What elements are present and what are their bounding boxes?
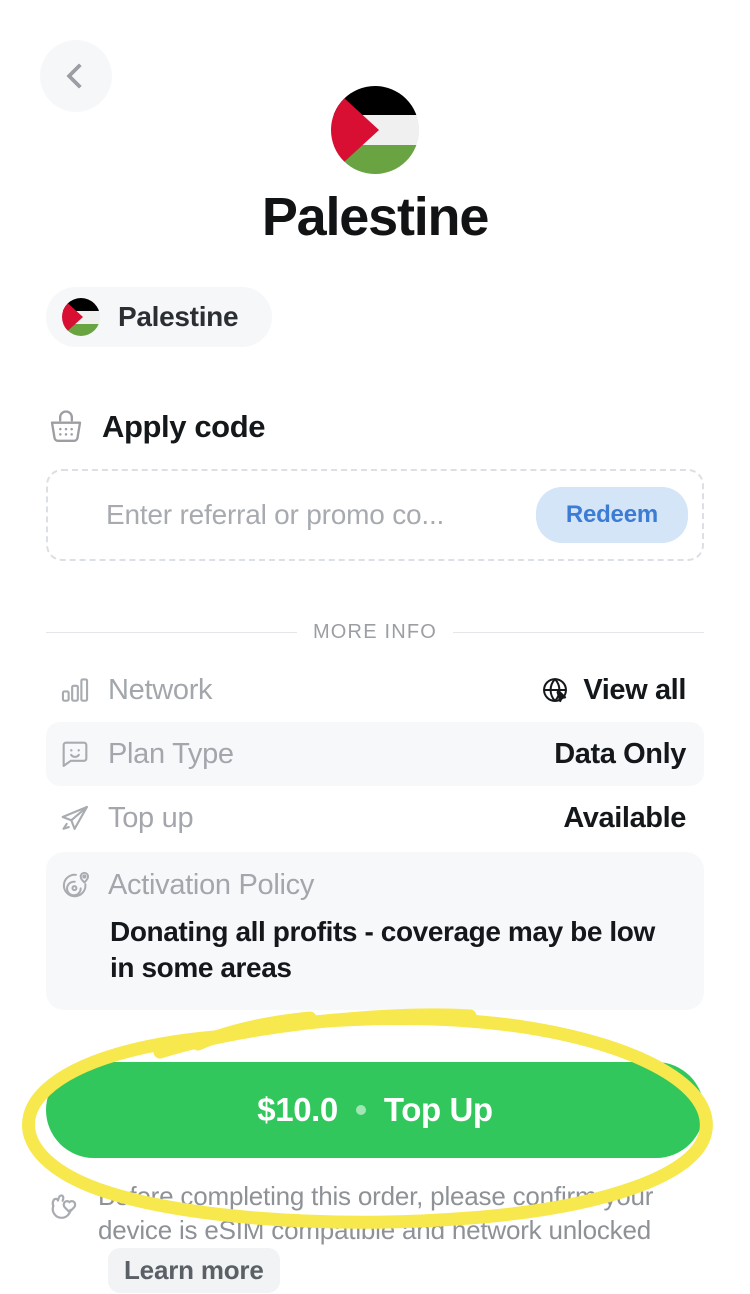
redeem-button[interactable]: Redeem [535, 487, 688, 544]
activation-policy-header: Activation Policy [58, 868, 680, 902]
more-info-list: Network View all Plan Type Data Only Top… [46, 658, 704, 1011]
info-row-network[interactable]: Network View all [46, 658, 704, 722]
footer-note-text: Before completing this order, please con… [98, 1181, 654, 1245]
divider-line-right [453, 632, 705, 634]
info-label: Top up [108, 801, 194, 834]
chat-smiley-icon [58, 737, 92, 771]
apply-code-title: Apply code [102, 409, 266, 445]
info-label: Network [108, 673, 213, 706]
globe-search-icon [539, 674, 571, 706]
signal-bars-icon [58, 673, 92, 707]
info-value-text: View all [583, 673, 686, 706]
info-row-left: Top up [58, 801, 563, 835]
footer-note: Before completing this order, please con… [46, 1180, 704, 1294]
activation-policy-text: Donating all profits - coverage may be l… [110, 916, 655, 984]
flag-triangle-red [331, 86, 379, 174]
info-label: Plan Type [108, 737, 234, 770]
info-value[interactable]: View all [539, 674, 686, 707]
divider-line-left [46, 632, 297, 634]
cta-action-label: Top Up [383, 1091, 493, 1129]
country-chip-row: Palestine [0, 247, 750, 348]
info-value: Available [563, 802, 686, 835]
header-hero: Palestine [0, 0, 750, 247]
info-value: Data Only [554, 738, 686, 771]
activation-policy-label: Activation Policy [108, 868, 315, 901]
chevron-left-icon [66, 63, 92, 89]
info-value-text: Data Only [554, 737, 686, 770]
cta-separator-dot [355, 1105, 366, 1116]
radar-pin-icon [58, 868, 92, 902]
cta-wrap: $10.0 Top Up [46, 1062, 704, 1159]
top-up-button[interactable]: $10.0 Top Up [46, 1062, 704, 1159]
palestine-flag-icon [62, 298, 100, 337]
more-info-divider: MORE INFO [46, 621, 705, 644]
flag-triangle-red [62, 298, 83, 337]
footer-note-body: Before completing this order, please con… [98, 1180, 658, 1294]
learn-more-button[interactable]: Learn more [108, 1247, 280, 1294]
apply-code-header: Apply code [46, 407, 750, 447]
country-chip[interactable]: Palestine [46, 287, 273, 348]
info-row-plan-type[interactable]: Plan Type Data Only [46, 722, 704, 787]
cta-price: $10.0 [257, 1091, 338, 1129]
promo-code-input[interactable] [106, 499, 536, 532]
info-row-top-up[interactable]: Top up Available [46, 786, 704, 850]
promo-code-box: Redeem [46, 469, 704, 562]
page-title: Palestine [261, 187, 490, 247]
country-chip-label: Palestine [118, 301, 239, 333]
palestine-flag-icon [331, 86, 419, 174]
paper-plane-icon [58, 801, 92, 835]
more-info-label: MORE INFO [312, 621, 438, 644]
info-row-left: Network [58, 673, 539, 707]
info-value-text: Available [563, 801, 686, 834]
info-row-activation-policy: Activation Policy Donating all profits -… [46, 852, 704, 1011]
back-button[interactable] [40, 40, 112, 112]
basket-icon [46, 407, 86, 447]
hand-heart-icon [46, 1186, 84, 1224]
info-row-left: Plan Type [58, 737, 554, 771]
